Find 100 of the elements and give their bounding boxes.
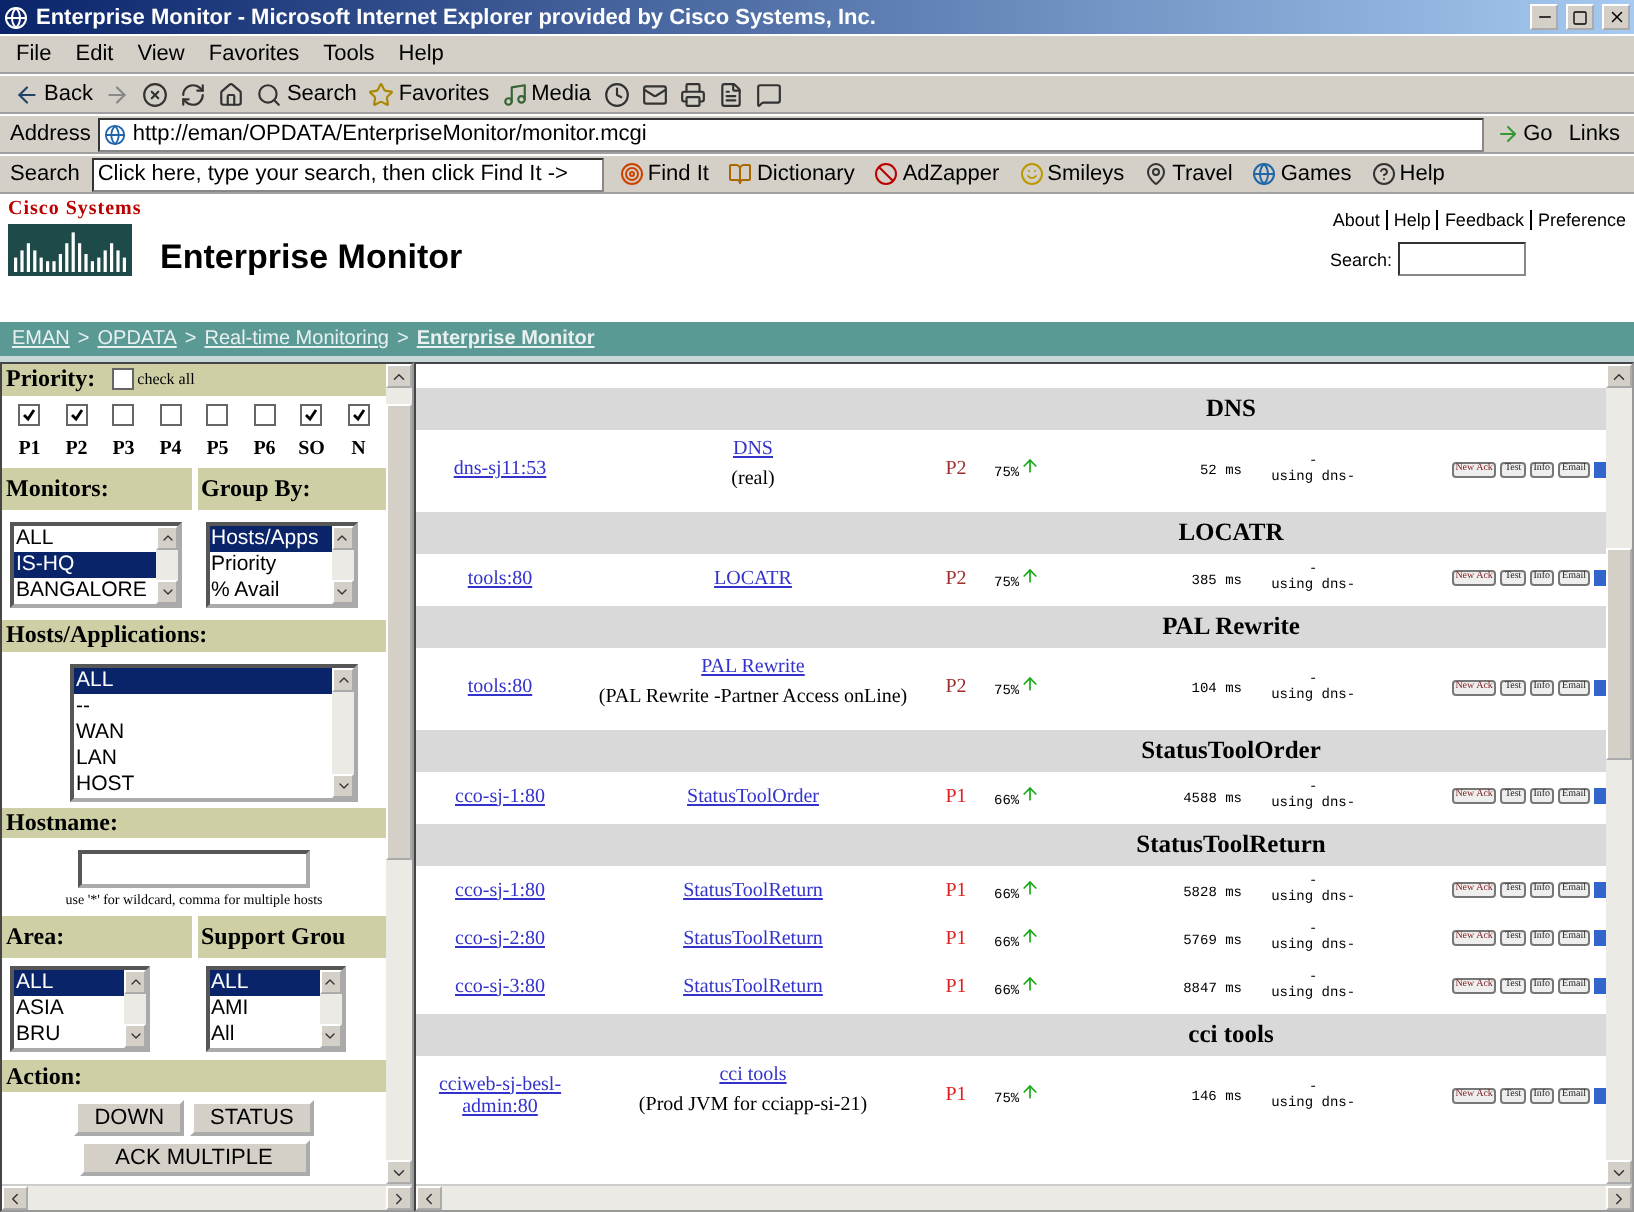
horizontal-scrollbar[interactable] bbox=[2, 1184, 412, 1210]
header-link[interactable]: Help bbox=[1385, 210, 1431, 230]
header-link[interactable]: Feedback bbox=[1436, 210, 1524, 230]
scrollbar[interactable] bbox=[1606, 364, 1632, 1184]
scrollbar[interactable] bbox=[386, 364, 412, 1184]
horizontal-scrollbar[interactable] bbox=[416, 1184, 1632, 1210]
service-link[interactable]: cci tools bbox=[719, 1064, 787, 1086]
link-icon[interactable] bbox=[1594, 679, 1606, 695]
service-link[interactable]: StatusToolOrder bbox=[687, 785, 819, 807]
host-link[interactable]: dns-sj11:53 bbox=[453, 458, 547, 480]
toolbar-button[interactable] bbox=[675, 77, 710, 111]
header-link[interactable]: Preference bbox=[1529, 210, 1626, 230]
toolbar-button[interactable]: Media bbox=[497, 77, 596, 111]
toolbar-button[interactable]: Search bbox=[252, 77, 361, 111]
link-icon[interactable] bbox=[1594, 461, 1606, 477]
book-icon bbox=[728, 162, 753, 186]
toolbar-button[interactable]: Back bbox=[10, 77, 97, 111]
toolbar-button[interactable] bbox=[138, 77, 173, 111]
section-title: Area: bbox=[6, 922, 65, 953]
host-link[interactable]: cco-sj-2:80 bbox=[455, 927, 545, 949]
search-field[interactable]: Click here, type your search, then click Find It -> bbox=[91, 157, 604, 191]
list-option[interactable]: -- bbox=[74, 693, 332, 719]
search-toolbar-button[interactable]: Travel bbox=[1140, 157, 1237, 191]
list-option[interactable]: LAN bbox=[74, 745, 332, 771]
up-arrow-icon bbox=[1019, 674, 1040, 694]
search-toolbar-button[interactable]: Help bbox=[1367, 157, 1449, 191]
section-title: Action: bbox=[6, 1061, 82, 1092]
hostname-field[interactable] bbox=[78, 850, 310, 889]
minimize-button[interactable] bbox=[1530, 4, 1558, 30]
list-option[interactable]: WAN bbox=[74, 719, 332, 745]
search-toolbar-button[interactable]: Dictionary bbox=[724, 157, 859, 191]
list-option[interactable]: ALL bbox=[14, 970, 124, 997]
toolbar-button[interactable] bbox=[599, 77, 634, 111]
list-option[interactable]: IS-HQ bbox=[14, 551, 156, 578]
search-label: Search bbox=[10, 162, 80, 186]
toolbar-button[interactable]: Favorites bbox=[364, 77, 494, 111]
list-option[interactable]: HOST bbox=[74, 771, 332, 797]
list-option[interactable]: BANGALORE bbox=[14, 577, 156, 604]
service-link[interactable]: StatusToolReturn bbox=[683, 975, 823, 997]
list-option[interactable]: All bbox=[209, 1022, 319, 1049]
host-link[interactable]: cco-sj-1:80 bbox=[455, 879, 545, 901]
action-button[interactable]: STATUS bbox=[190, 1100, 314, 1136]
close-button[interactable] bbox=[1602, 4, 1630, 30]
group-header: StatusToolReturn bbox=[416, 822, 1606, 866]
list-box[interactable]: ALL IS-HQ BANGALORE bbox=[10, 521, 182, 608]
list-box[interactable]: ALL AMI All bbox=[205, 966, 345, 1053]
checkbox[interactable] bbox=[206, 403, 229, 426]
checkbox[interactable] bbox=[159, 403, 182, 426]
checkbox[interactable] bbox=[112, 403, 135, 426]
host-link[interactable]: tools:80 bbox=[467, 676, 533, 698]
search-toolbar-button[interactable]: Games bbox=[1248, 157, 1356, 191]
checkbox[interactable] bbox=[347, 403, 370, 426]
address-field[interactable]: http://eman/OPDATA/EnterpriseMonitor/monitor.mcgi bbox=[98, 117, 1484, 151]
search-toolbar-button[interactable]: Find It bbox=[615, 157, 713, 191]
service-link[interactable]: DNS bbox=[732, 438, 773, 460]
service-link[interactable]: PAL Rewrite bbox=[701, 656, 805, 678]
host-link[interactable]: cciweb-sj-besl-admin:80 bbox=[420, 1073, 580, 1117]
up-arrow-icon bbox=[1019, 783, 1040, 803]
list-option[interactable]: AMI bbox=[209, 996, 319, 1023]
list-option[interactable]: Hosts/Apps bbox=[209, 525, 331, 552]
checkbox[interactable] bbox=[111, 368, 134, 391]
checkbox[interactable] bbox=[18, 403, 41, 426]
list-option[interactable]: % Avail bbox=[209, 577, 331, 604]
link-icon[interactable] bbox=[1594, 1087, 1606, 1103]
list-box[interactable]: ALL -- WAN LAN HOST bbox=[70, 663, 358, 801]
menu-item[interactable]: File bbox=[10, 42, 58, 66]
checkbox[interactable] bbox=[300, 403, 323, 426]
list-option[interactable]: ALL bbox=[74, 667, 332, 693]
header-link[interactable]: About bbox=[1326, 210, 1380, 230]
service-link[interactable]: StatusToolReturn bbox=[683, 879, 823, 901]
host-link[interactable]: cco-sj-1:80 bbox=[455, 785, 545, 807]
list-option[interactable]: BRU bbox=[14, 1022, 124, 1049]
host-link[interactable]: tools:80 bbox=[467, 567, 533, 589]
address-label: Address bbox=[10, 122, 91, 146]
priority-label: P5 bbox=[206, 437, 229, 460]
go-button[interactable]: Go bbox=[1491, 117, 1557, 151]
list-option[interactable]: Priority bbox=[209, 551, 331, 578]
links-button[interactable]: Links bbox=[1564, 117, 1624, 151]
menu-item[interactable]: Favorites bbox=[202, 42, 306, 66]
service-link[interactable]: LOCATR bbox=[714, 567, 792, 589]
action-button[interactable]: DOWN bbox=[74, 1100, 185, 1136]
list-box[interactable]: ALL ASIA BRU bbox=[10, 966, 150, 1053]
search-field[interactable] bbox=[1398, 242, 1526, 276]
priority-label: SO bbox=[298, 437, 325, 460]
menu-item[interactable]: View bbox=[131, 42, 191, 66]
list-box[interactable]: Hosts/Apps Priority % Avail bbox=[205, 521, 357, 608]
list-option[interactable]: ALL bbox=[14, 525, 156, 552]
menu-item[interactable]: Edit bbox=[69, 42, 120, 66]
host-link[interactable]: cco-sj-3:80 bbox=[455, 975, 545, 997]
search-toolbar-button[interactable]: Smileys bbox=[1015, 157, 1129, 191]
checkbox[interactable] bbox=[253, 403, 276, 426]
menu-item[interactable]: Help bbox=[392, 42, 450, 66]
search-toolbar-button[interactable]: AdZapper bbox=[870, 157, 1004, 191]
service-link[interactable]: StatusToolReturn bbox=[683, 927, 823, 949]
action-button[interactable]: ACK MULTIPLE bbox=[79, 1140, 309, 1176]
list-option[interactable]: ALL bbox=[209, 970, 319, 997]
maximize-button[interactable] bbox=[1566, 4, 1594, 30]
list-option[interactable]: ASIA bbox=[14, 996, 124, 1023]
checkbox[interactable] bbox=[65, 403, 88, 426]
menu-item[interactable]: Tools bbox=[317, 42, 381, 66]
